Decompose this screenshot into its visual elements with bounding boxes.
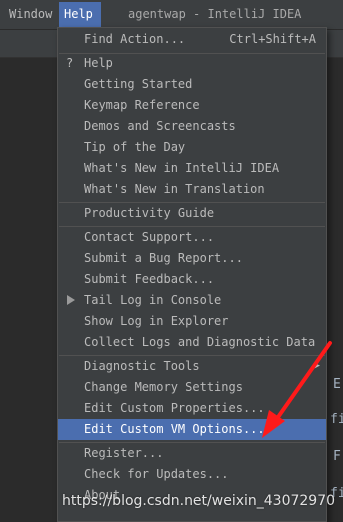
menu-bar: Window Help agentwap - IntelliJ IDEA xyxy=(0,0,343,30)
background-text-f: F xyxy=(333,449,341,464)
menu-item-productivity-guide[interactable]: Productivity Guide xyxy=(58,203,326,224)
menu-item-getting-started[interactable]: Getting Started xyxy=(58,74,326,95)
menu-item-label: Tail Log in Console xyxy=(84,293,222,307)
menu-window[interactable]: Window xyxy=(9,6,52,23)
menu-item-show-log[interactable]: Show Log in Explorer xyxy=(58,311,326,332)
shortcut-label: Ctrl+Shift+A xyxy=(229,32,316,46)
menu-item-label: Register... xyxy=(84,446,164,460)
menu-item-label: Keymap Reference xyxy=(84,98,200,112)
menu-item-diagnostic-tools[interactable]: Diagnostic Tools ▶ xyxy=(58,356,326,377)
menu-item-label: Submit a Bug Report... xyxy=(84,251,243,265)
background-text-fi: fi xyxy=(330,412,343,427)
menu-item-label: Contact Support... xyxy=(84,230,215,244)
menu-item-label: Submit Feedback... xyxy=(84,272,215,286)
menu-item-label: Demos and Screencasts xyxy=(84,119,236,133)
menu-item-contact-support[interactable]: Contact Support... xyxy=(58,227,326,248)
menu-item-label: Check for Updates... xyxy=(84,467,229,481)
help-menu-dropdown: Find Action... Ctrl+Shift+A ? Help Getti… xyxy=(57,27,327,522)
menu-item-label: Find Action... xyxy=(84,32,186,46)
menu-item-submit-bug[interactable]: Submit a Bug Report... xyxy=(58,248,326,269)
menu-item-check-updates[interactable]: Check for Updates... xyxy=(58,464,326,485)
menu-item-collect-logs[interactable]: Collect Logs and Diagnostic Data xyxy=(58,332,326,353)
menu-item-label: Edit Custom Properties... xyxy=(84,401,265,415)
menu-item-label: Show Log in Explorer xyxy=(84,314,229,328)
play-icon xyxy=(67,295,75,305)
menu-item-edit-custom-vm-options[interactable]: Edit Custom VM Options... xyxy=(58,419,326,440)
menu-item-label: Help xyxy=(84,56,113,70)
menu-item-change-memory[interactable]: Change Memory Settings xyxy=(58,377,326,398)
menu-item-label: Edit Custom VM Options... xyxy=(84,422,265,436)
submenu-arrow-icon: ▶ xyxy=(314,361,320,371)
menu-item-find-action[interactable]: Find Action... Ctrl+Shift+A xyxy=(58,29,326,50)
menu-item-demos[interactable]: Demos and Screencasts xyxy=(58,116,326,137)
menu-item-submit-feedback[interactable]: Submit Feedback... xyxy=(58,269,326,290)
menu-help[interactable]: Help xyxy=(59,2,101,27)
menu-item-keymap-reference[interactable]: Keymap Reference xyxy=(58,95,326,116)
menu-item-label: Collect Logs and Diagnostic Data xyxy=(84,335,316,349)
menu-item-whats-new-idea[interactable]: What's New in IntelliJ IDEA xyxy=(58,158,326,179)
menu-item-register[interactable]: Register... xyxy=(58,443,326,464)
menu-item-tail-log[interactable]: Tail Log in Console xyxy=(58,290,326,311)
help-question-icon: ? xyxy=(66,56,74,70)
menu-item-label: What's New in IntelliJ IDEA xyxy=(84,161,280,175)
menu-item-label: Getting Started xyxy=(84,77,193,91)
watermark: https://blog.csdn.net/weixin_43072970 xyxy=(62,493,336,509)
menu-item-label: Diagnostic Tools xyxy=(84,359,200,373)
menu-item-label: What's New in Translation xyxy=(84,182,265,196)
menu-item-tip-of-the-day[interactable]: Tip of the Day xyxy=(58,137,326,158)
menu-item-help[interactable]: ? Help xyxy=(58,53,326,74)
menu-item-label: Change Memory Settings xyxy=(84,380,243,394)
menu-item-label: Productivity Guide xyxy=(84,206,215,220)
window-title: agentwap - IntelliJ IDEA xyxy=(128,7,302,21)
menu-item-whats-new-translation[interactable]: What's New in Translation xyxy=(58,179,326,200)
menu-item-label: Tip of the Day xyxy=(84,140,186,154)
menu-item-edit-custom-properties[interactable]: Edit Custom Properties... xyxy=(58,398,326,419)
background-text-e: E xyxy=(333,377,341,392)
